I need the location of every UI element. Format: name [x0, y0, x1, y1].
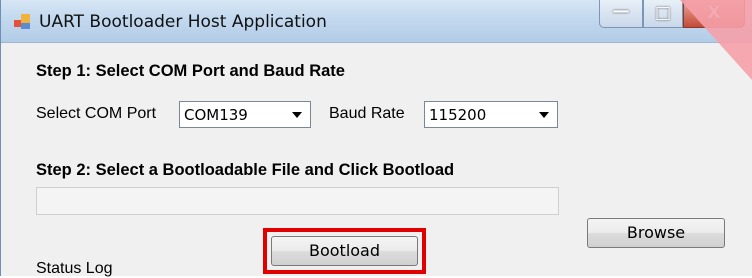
bootload-highlight-box [263, 228, 426, 274]
browse-button[interactable]: Browse [587, 218, 725, 248]
window-controls: — □ X [599, 0, 749, 30]
baud-rate-label: Baud Rate [329, 105, 405, 122]
maximize-button[interactable]: □ [643, 0, 683, 28]
chevron-down-icon [539, 112, 549, 118]
status-log-label: Status Log [36, 260, 113, 277]
close-button[interactable]: X [683, 0, 745, 28]
maximize-icon: □ [654, 3, 672, 23]
chevron-down-icon [292, 112, 302, 118]
title-bar[interactable]: UART Bootloader Host Application — □ X [1, 0, 752, 43]
step1-heading: Step 1: Select COM Port and Baud Rate [36, 62, 345, 80]
com-port-value: COM139 [184, 106, 248, 124]
minimize-button[interactable]: — [599, 0, 643, 28]
baud-rate-value: 115200 [429, 106, 487, 124]
minimize-icon: — [612, 1, 630, 21]
com-port-select[interactable]: COM139 [179, 101, 311, 128]
app-window: UART Bootloader Host Application — □ X S… [0, 0, 752, 277]
app-icon [14, 14, 30, 30]
com-port-label: Select COM Port [36, 105, 157, 122]
file-path-field[interactable] [36, 187, 559, 215]
step2-heading: Step 2: Select a Bootloadable File and C… [36, 161, 455, 179]
window-title: UART Bootloader Host Application [39, 12, 327, 32]
close-icon: X [707, 3, 721, 23]
baud-rate-select[interactable]: 115200 [424, 101, 558, 128]
